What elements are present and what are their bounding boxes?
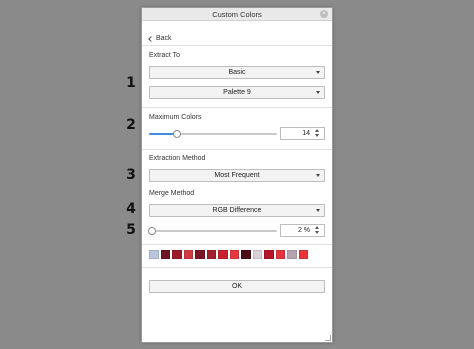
- dialog-title: Custom Colors: [212, 10, 262, 19]
- slider-thumb[interactable]: [147, 227, 156, 235]
- color-swatch[interactable]: [183, 250, 193, 259]
- color-swatch[interactable]: [195, 250, 205, 259]
- color-swatch[interactable]: [252, 250, 262, 259]
- slider-thumb[interactable]: [173, 130, 182, 138]
- extract-to-label: Extract To: [149, 52, 180, 59]
- increment-icon[interactable]: [315, 226, 319, 229]
- increment-icon[interactable]: [315, 129, 319, 132]
- step-number-3: 3: [126, 167, 136, 183]
- step-number-2: 2: [126, 117, 136, 133]
- palette-dropdown[interactable]: Palette 9: [149, 86, 325, 99]
- close-icon[interactable]: ×: [320, 10, 328, 18]
- color-swatch[interactable]: [229, 250, 239, 259]
- stepper-buttons[interactable]: [314, 129, 322, 138]
- color-swatch[interactable]: [149, 250, 159, 259]
- divider: [142, 107, 332, 108]
- stepper-buttons[interactable]: [314, 226, 322, 235]
- color-swatch[interactable]: [172, 250, 182, 259]
- merge-percent-value: 2 %: [297, 227, 310, 234]
- step-number-4: 4: [126, 201, 136, 217]
- dialog-titlebar: Custom Colors ×: [142, 8, 332, 21]
- back-label: Back: [156, 35, 172, 42]
- color-swatch[interactable]: [264, 250, 274, 259]
- color-swatch[interactable]: [275, 250, 285, 259]
- resize-grip-icon[interactable]: [325, 335, 331, 341]
- divider: [142, 244, 332, 245]
- color-swatch[interactable]: [241, 250, 251, 259]
- ok-button[interactable]: OK: [149, 280, 325, 293]
- divider: [142, 149, 332, 150]
- maximum-colors-stepper[interactable]: 14: [280, 127, 325, 140]
- dropdown-arrow-icon: [316, 91, 320, 94]
- dropdown-arrow-icon: [316, 209, 320, 212]
- merge-method-label: Merge Method: [149, 190, 195, 197]
- step-number-1: 1: [126, 75, 136, 91]
- divider: [142, 267, 332, 268]
- chevron-left-icon: [148, 35, 154, 42]
- decrement-icon[interactable]: [315, 231, 319, 234]
- extract-to-value: Basic: [228, 69, 246, 76]
- back-button[interactable]: Back: [148, 35, 172, 42]
- color-swatch[interactable]: [298, 250, 308, 259]
- color-swatches: [149, 250, 308, 259]
- color-swatch[interactable]: [160, 250, 170, 259]
- color-swatch[interactable]: [218, 250, 228, 259]
- maximum-colors-slider[interactable]: [149, 130, 277, 138]
- divider: [142, 45, 332, 46]
- merge-method-dropdown[interactable]: RGB Difference: [149, 204, 325, 217]
- dropdown-arrow-icon: [316, 71, 320, 74]
- merge-percent-stepper[interactable]: 2 %: [280, 224, 325, 237]
- ok-label: OK: [231, 283, 243, 290]
- step-number-5: 5: [126, 222, 136, 238]
- color-swatch[interactable]: [287, 250, 297, 259]
- extract-to-dropdown[interactable]: Basic: [149, 66, 325, 79]
- decrement-icon[interactable]: [315, 134, 319, 137]
- extraction-method-dropdown[interactable]: Most Frequent: [149, 169, 325, 182]
- palette-value: Palette 9: [223, 89, 251, 96]
- color-swatch[interactable]: [206, 250, 216, 259]
- extraction-method-value: Most Frequent: [214, 172, 260, 179]
- maximum-colors-value: 14: [302, 130, 310, 137]
- maximum-colors-label: Maximum Colors: [149, 114, 202, 121]
- custom-colors-dialog: Custom Colors × Back Extract To Basic Pa…: [141, 7, 333, 343]
- extraction-method-label: Extraction Method: [149, 155, 206, 162]
- dropdown-arrow-icon: [316, 174, 320, 177]
- merge-method-value: RGB Difference: [212, 207, 262, 214]
- merge-percent-slider[interactable]: [147, 227, 277, 235]
